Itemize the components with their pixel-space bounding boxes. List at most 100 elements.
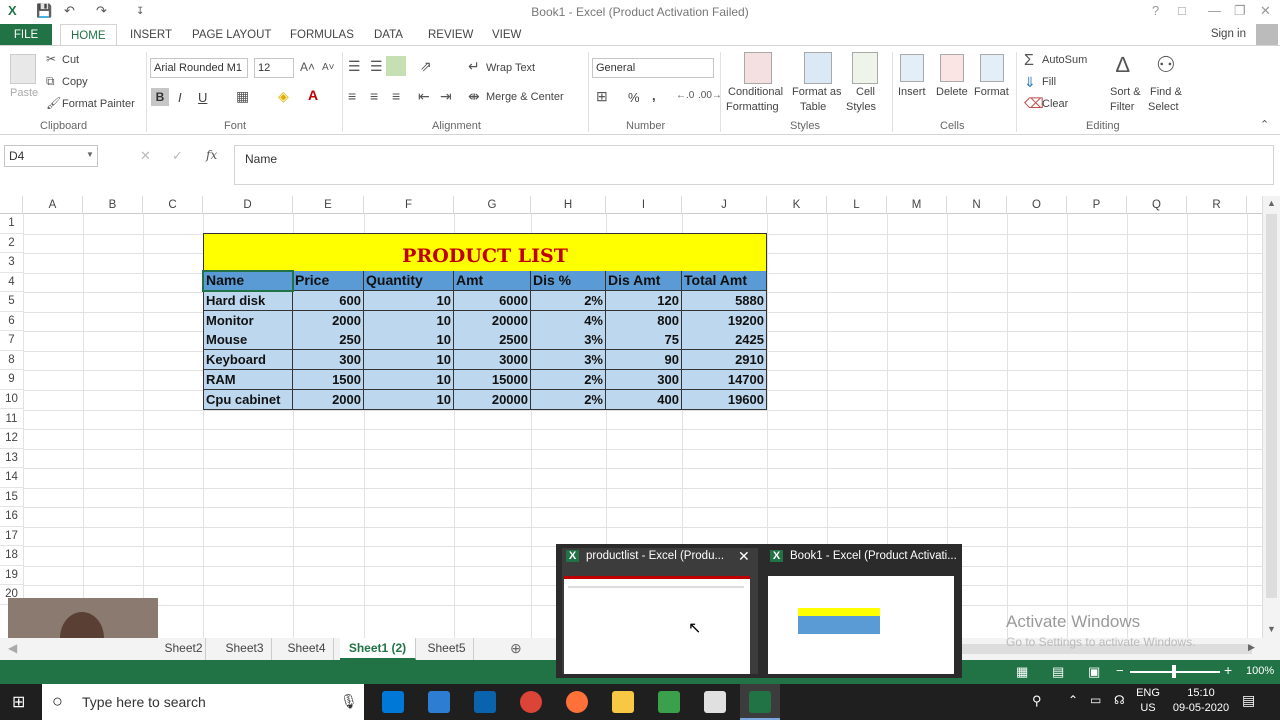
tab-insert[interactable]: INSERT [120, 24, 182, 46]
column-header[interactable]: C [143, 196, 203, 214]
column-header[interactable]: E [293, 196, 364, 214]
table-cell[interactable]: 2% [531, 389, 606, 410]
ribbon-display-icon[interactable]: □ [1178, 3, 1186, 18]
minimize-icon[interactable]: — [1208, 3, 1221, 18]
insert-function-button[interactable]: fx [206, 148, 217, 162]
table-cell[interactable]: 90 [606, 350, 682, 371]
table-cell[interactable]: Keyboard [203, 350, 293, 371]
table-cell[interactable]: 2425 [682, 330, 767, 351]
close-icon[interactable]: ✕ [1260, 3, 1271, 19]
table-cell[interactable]: 800 [606, 310, 682, 331]
column-header[interactable]: L [827, 196, 887, 214]
tab-file[interactable]: FILE [0, 24, 52, 46]
collapse-ribbon-icon[interactable]: ⌃ [1260, 118, 1269, 131]
app-icon-green[interactable] [658, 691, 680, 713]
row-header[interactable]: 3 [0, 253, 23, 273]
column-header[interactable]: B [83, 196, 143, 214]
table-cell[interactable]: 3000 [454, 350, 531, 371]
chrome-icon[interactable] [520, 691, 542, 713]
table-cell[interactable]: 75 [606, 330, 682, 351]
row-header[interactable]: 19 [0, 566, 23, 586]
table-header-cell[interactable]: Total Amt [682, 271, 767, 291]
select-all-corner[interactable] [0, 196, 23, 214]
row-header[interactable]: 18 [0, 546, 23, 566]
autosum-button[interactable]: AutoSum [1042, 54, 1087, 66]
notifications-icon[interactable]: ▤ [1242, 692, 1255, 709]
accounting-icon[interactable]: ⊞ [596, 88, 608, 105]
cell-styles-label[interactable]: Styles [846, 101, 876, 113]
tab-data[interactable]: DATA [364, 24, 413, 46]
table-cell[interactable]: Hard disk [203, 291, 293, 311]
table-cell[interactable]: 3% [531, 350, 606, 371]
people-icon[interactable]: ⚲ [1032, 693, 1042, 709]
column-header[interactable]: I [606, 196, 682, 214]
align-center-icon[interactable]: ≡ [370, 88, 378, 104]
column-header[interactable]: J [682, 196, 767, 214]
column-header[interactable]: P [1067, 196, 1127, 214]
table-cell[interactable]: 19600 [682, 389, 767, 410]
language-indicator[interactable]: ENG US [1136, 687, 1160, 714]
edge-icon[interactable] [382, 691, 404, 713]
number-format-select[interactable]: General [592, 58, 714, 78]
app-icon-calc[interactable] [704, 691, 726, 713]
decrease-indent-icon[interactable]: ⇤ [418, 88, 430, 105]
formatting-label[interactable]: Formatting [726, 101, 779, 113]
table-header-cell[interactable]: Amt [454, 271, 531, 291]
clock[interactable]: 15:10 09-05-2020 [1170, 687, 1232, 714]
table-cell[interactable]: 6000 [454, 291, 531, 311]
normal-view-icon[interactable]: ▦ [1016, 664, 1028, 680]
bold-button[interactable]: B [151, 88, 169, 106]
sheet-tab[interactable]: Sheet5 [420, 638, 474, 660]
table-cell[interactable]: 15000 [454, 369, 531, 390]
column-header[interactable]: D [203, 196, 293, 214]
fill-color-icon[interactable]: ◈ [278, 88, 289, 105]
column-header[interactable]: Q [1127, 196, 1187, 214]
decrease-decimal-icon[interactable]: .00→ [698, 90, 722, 101]
table-cell[interactable]: 2910 [682, 350, 767, 371]
scroll-up-icon[interactable]: ▲ [1267, 198, 1276, 208]
copy-button[interactable]: Copy [62, 76, 88, 88]
column-header[interactable]: N [947, 196, 1007, 214]
format-as-label[interactable]: Format as [792, 86, 842, 98]
borders-icon[interactable]: ▦ [236, 88, 249, 105]
row-header[interactable]: 1 [0, 214, 23, 234]
table-cell[interactable]: 10 [364, 389, 454, 410]
italic-button[interactable]: I [178, 90, 182, 105]
product-list-title-cell[interactable]: PRODUCT LIST [203, 233, 767, 271]
row-header[interactable]: 2 [0, 234, 23, 254]
cell-label[interactable]: Cell [856, 86, 875, 98]
sign-in-link[interactable]: Sign in [1211, 28, 1246, 40]
table-cell[interactable]: 5880 [682, 291, 767, 311]
sheet-tab[interactable]: Sheet3 [218, 638, 272, 660]
scroll-thumb[interactable] [1266, 214, 1277, 598]
table-cell[interactable]: 10 [364, 330, 454, 351]
table-cell[interactable]: 1500 [293, 369, 364, 390]
tab-page-layout[interactable]: PAGE LAYOUT [182, 24, 281, 46]
tab-review[interactable]: REVIEW [418, 24, 483, 46]
table-cell[interactable]: RAM [203, 369, 293, 390]
table-cell[interactable]: 2% [531, 369, 606, 390]
row-header[interactable]: 17 [0, 527, 23, 547]
vertical-scrollbar[interactable]: ▲ ▼ [1262, 196, 1280, 638]
table-cell[interactable]: 10 [364, 369, 454, 390]
zoom-in-icon[interactable]: + [1224, 662, 1232, 678]
table-cell[interactable]: 20000 [454, 310, 531, 331]
row-header[interactable]: 8 [0, 351, 23, 371]
row-header[interactable]: 9 [0, 370, 23, 390]
table-cell[interactable]: 20000 [454, 389, 531, 410]
delete-button[interactable]: Delete [936, 86, 968, 98]
align-bottom-icon[interactable] [386, 56, 406, 76]
clear-button[interactable]: Clear [1042, 98, 1068, 110]
fill-button[interactable]: Fill [1042, 76, 1056, 88]
table-header-cell[interactable]: Dis % [531, 271, 606, 291]
cut-button[interactable]: Cut [62, 54, 79, 66]
format-button[interactable]: Format [974, 86, 1009, 98]
align-left-icon[interactable]: ≡ [348, 88, 356, 104]
format-painter-button[interactable]: Format Painter [62, 98, 135, 110]
conditional-label[interactable]: Conditional [728, 86, 783, 98]
table-cell[interactable]: Mouse [203, 330, 293, 351]
avatar[interactable] [1256, 24, 1278, 46]
table-cell[interactable]: Monitor [203, 310, 293, 331]
table-header-cell[interactable]: Price [293, 271, 364, 291]
table-cell[interactable]: 300 [606, 369, 682, 390]
